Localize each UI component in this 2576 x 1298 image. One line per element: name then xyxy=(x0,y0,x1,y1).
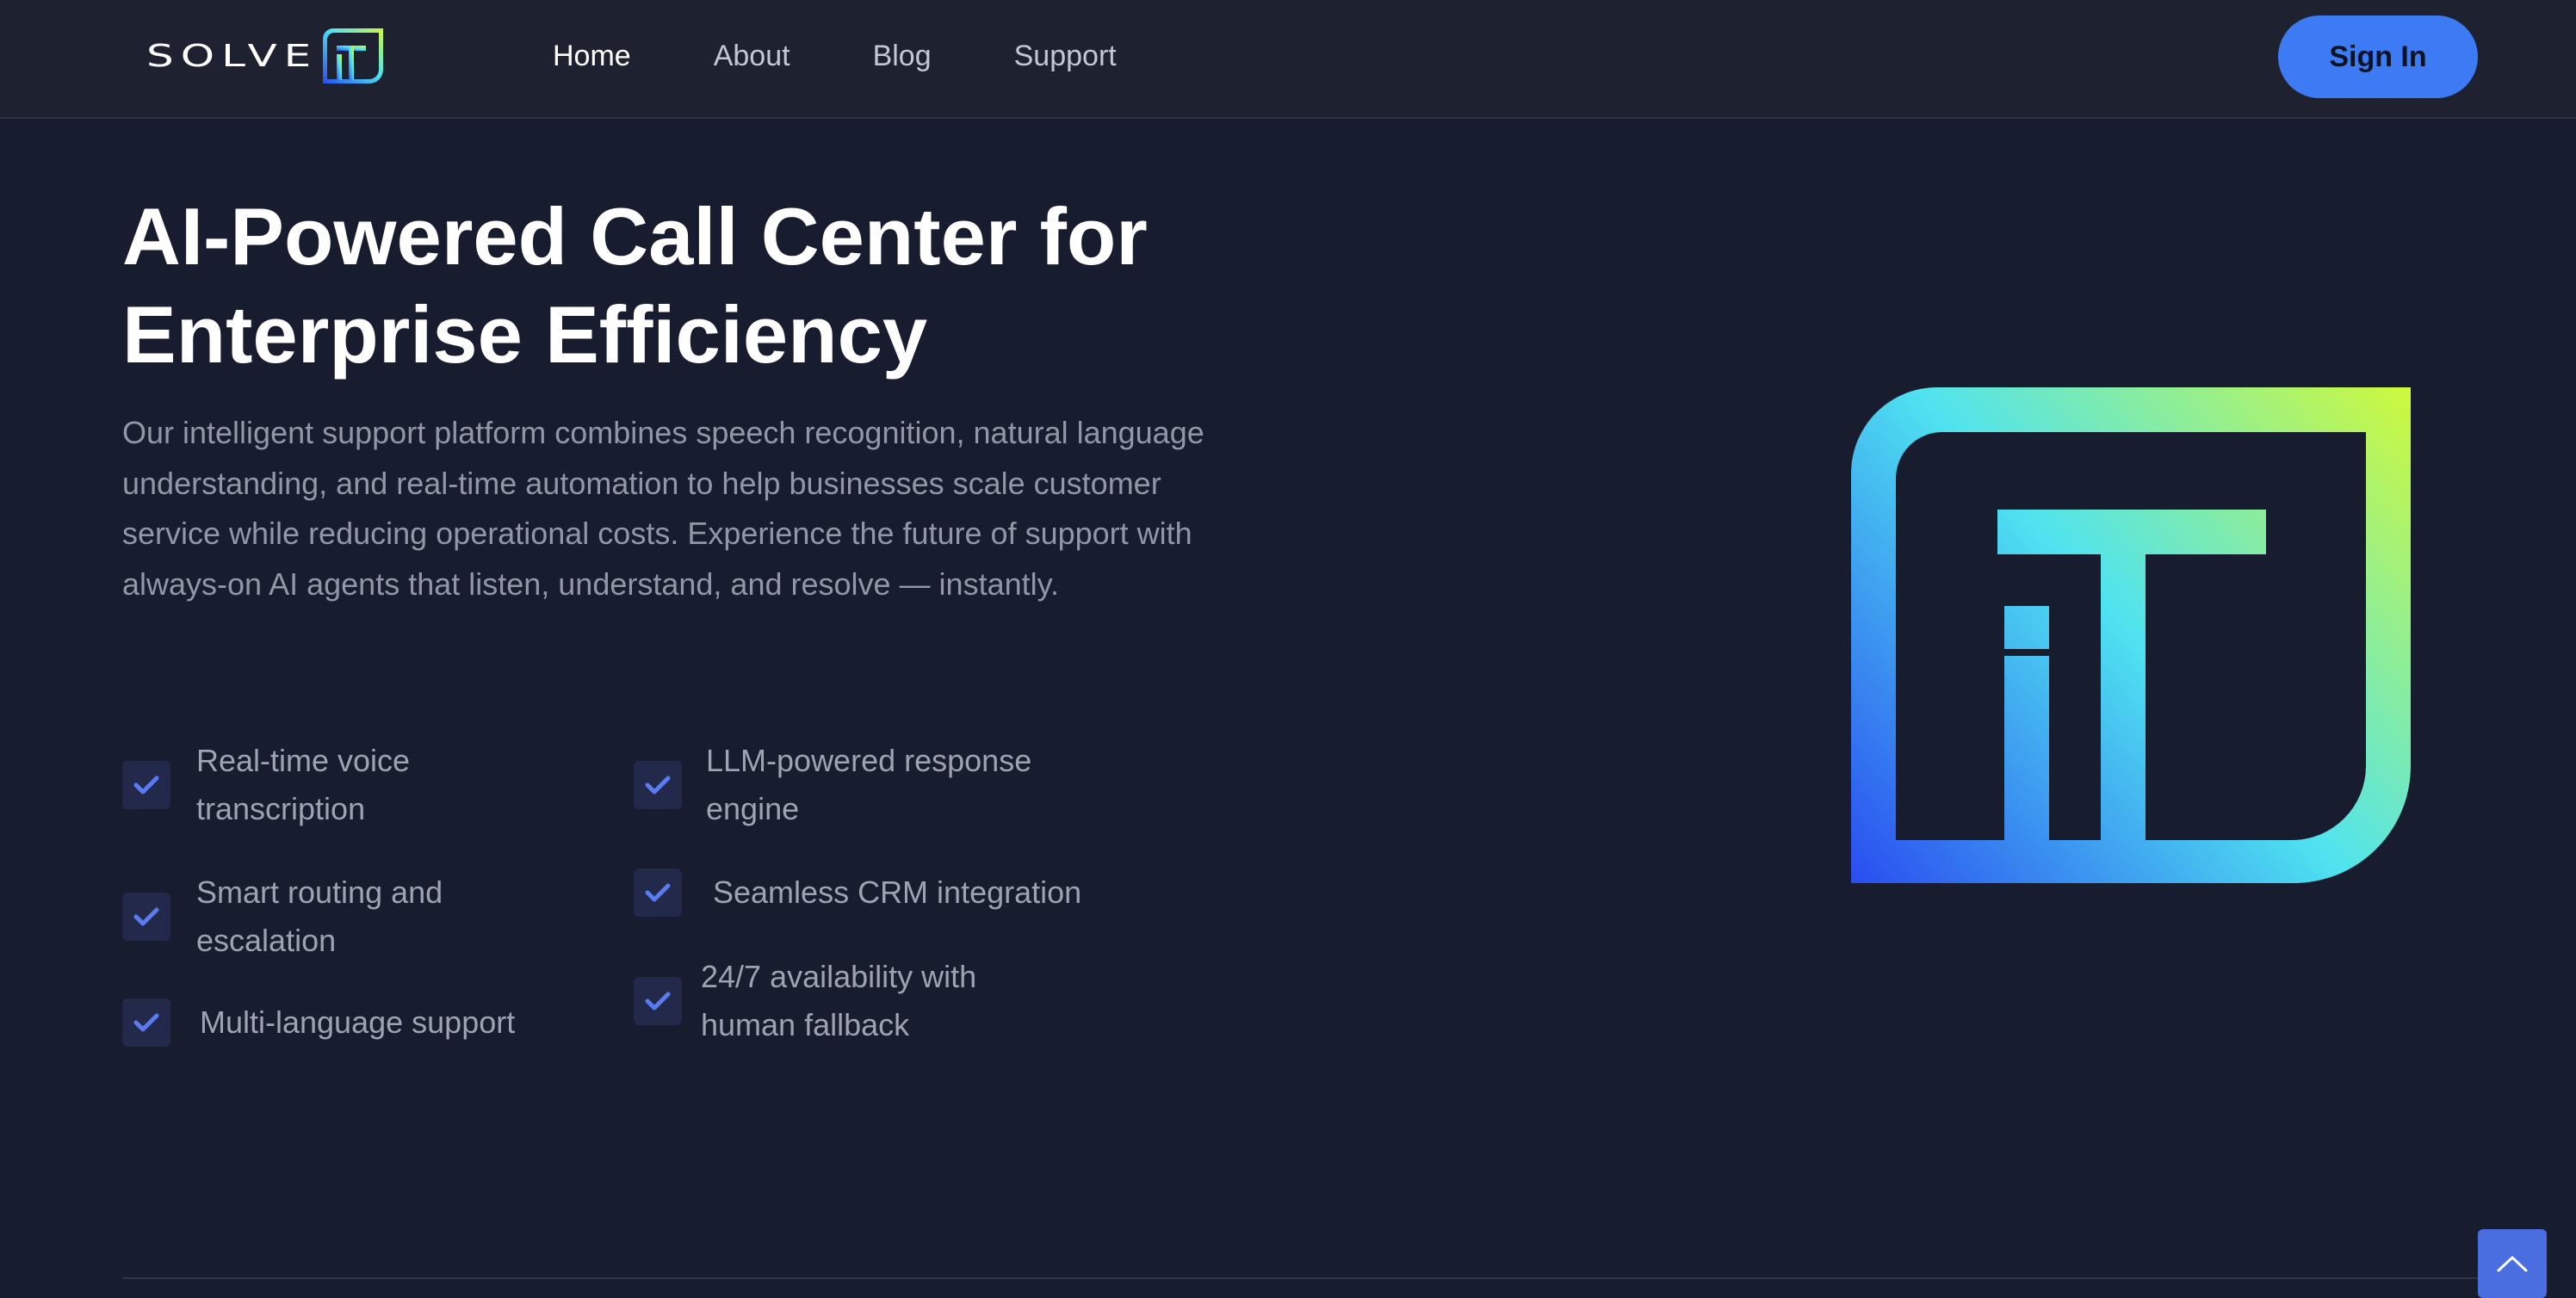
feature-label: Real-time voice transcription xyxy=(196,743,411,826)
feature-item: Smart routing and escalation xyxy=(122,868,443,965)
nav-link-blog[interactable]: Blog xyxy=(873,34,932,77)
check-icon xyxy=(122,998,170,1047)
nav-link-home[interactable]: Home xyxy=(553,34,631,77)
feature-label: Seamless CRM integration xyxy=(713,875,1082,910)
hero-title-line-1: AI-Powered Call Center for xyxy=(122,191,1148,281)
nav-link-support[interactable]: Support xyxy=(1014,34,1117,77)
top-navbar: SOLVE Home About Blog Support Sign In xyxy=(0,0,2576,119)
hero-description: Our intelligent support platform combine… xyxy=(122,415,1204,602)
check-icon xyxy=(634,761,682,809)
feature-item: Multi-language support xyxy=(122,998,515,1047)
feature-label: LLM-powered response engine xyxy=(706,743,1032,826)
check-icon xyxy=(122,893,170,941)
brand-logo[interactable]: SOLVE xyxy=(146,26,384,86)
feature-item: 24/7 availability with human fallback xyxy=(634,953,976,1049)
logo-wordmark: SOLVE xyxy=(146,38,319,74)
feature-item: Real-time voice transcription xyxy=(122,737,410,833)
hero-title-line-2: Enterprise Efficiency xyxy=(122,289,928,380)
chevron-up-icon xyxy=(2497,1256,2528,1272)
feature-item: LLM-powered response engine xyxy=(634,737,1031,833)
feature-label: Smart routing and escalation xyxy=(196,875,443,958)
check-icon xyxy=(634,868,682,917)
feature-label: Multi-language support xyxy=(200,1004,516,1040)
logo-mark-icon xyxy=(323,28,384,83)
feature-label: 24/7 availability with human fallback xyxy=(701,959,977,1042)
feature-item: Seamless CRM integration xyxy=(634,868,1081,917)
section-divider xyxy=(122,1277,2533,1279)
nav-link-about[interactable]: About xyxy=(714,34,790,77)
main-nav: Home About Blog Support xyxy=(553,34,1199,77)
check-icon xyxy=(634,977,682,1025)
sign-in-button[interactable]: Sign In xyxy=(2278,15,2478,98)
solveit-logo-mark-icon xyxy=(1851,387,2411,883)
hero-title: AI-Powered Call Center for Enterprise Ef… xyxy=(122,188,1328,384)
check-icon xyxy=(122,761,170,809)
scroll-to-top-button[interactable] xyxy=(2478,1229,2547,1298)
